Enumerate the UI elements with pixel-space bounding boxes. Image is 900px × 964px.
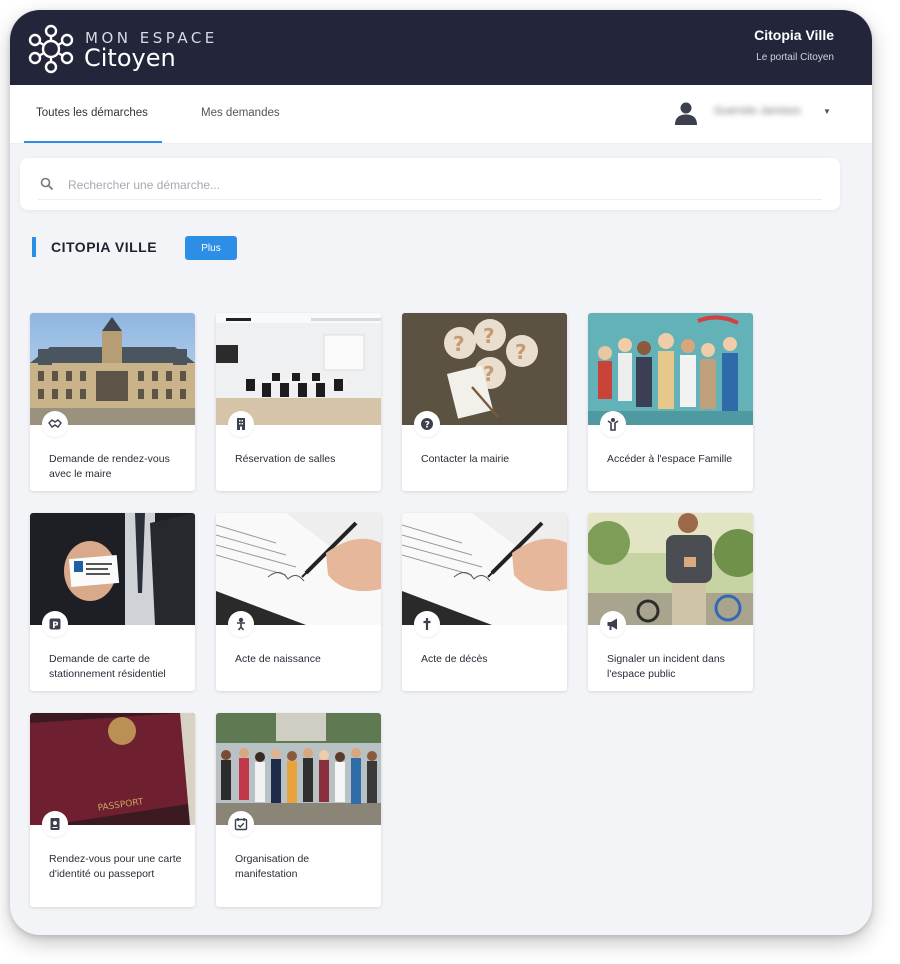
children-photo xyxy=(588,313,753,425)
citizens-logo-icon xyxy=(28,24,74,74)
active-tab-indicator xyxy=(24,141,162,143)
card-title: Signaler un incident dans l'espace publi… xyxy=(607,653,725,680)
procedure-card-espace-famille[interactable]: Accéder à l'espace Famille xyxy=(588,313,753,491)
card-title: Réservation de salles xyxy=(235,453,336,465)
svg-text:P: P xyxy=(52,621,58,631)
app-window: MON ESPACE Citoyen Citopia Ville Le port… xyxy=(10,10,872,935)
top-header: MON ESPACE Citoyen Citopia Ville Le port… xyxy=(10,10,872,85)
parking-icon: P xyxy=(42,611,68,637)
baby-icon xyxy=(228,611,254,637)
section-marker xyxy=(32,237,36,257)
megaphone-icon xyxy=(600,611,626,637)
card-title: Organisation de manifestation xyxy=(235,853,310,880)
passport-photo: PASSPORT xyxy=(30,713,195,825)
svg-text:?: ? xyxy=(453,332,465,356)
procedure-card-rendez-vous-maire[interactable]: Demande de rendez-vous avec le maire xyxy=(30,313,195,491)
card-title: Demande de carte de stationnement réside… xyxy=(49,653,166,680)
procedure-card-manifestation[interactable]: Organisation de manifestation xyxy=(216,713,381,907)
search-divider xyxy=(38,199,822,200)
town-hall-photo xyxy=(30,313,195,425)
child-icon xyxy=(600,411,626,437)
card-title: Acte de naissance xyxy=(235,653,321,665)
signing-document-photo xyxy=(402,513,567,625)
svg-text:?: ? xyxy=(515,340,527,364)
card-title: Demande de rendez-vous avec le maire xyxy=(49,453,170,480)
card-title: Accéder à l'espace Famille xyxy=(607,453,733,465)
procedure-card-stationnement[interactable]: P Demande de carte de stationnement rési… xyxy=(30,513,195,691)
logo-text-bottom: Citoyen xyxy=(84,44,176,72)
more-button[interactable]: Plus xyxy=(185,236,237,260)
organization-subtitle: Le portail Citoyen xyxy=(756,52,834,63)
question-marks-photo: ???? xyxy=(402,313,567,425)
card-title: Contacter la mairie xyxy=(421,453,510,465)
search-bar xyxy=(20,158,840,210)
man-with-phone-photo xyxy=(588,513,753,625)
passport-icon xyxy=(42,811,68,837)
svg-text:?: ? xyxy=(483,324,495,348)
calendar-check-icon xyxy=(228,811,254,837)
cross-icon xyxy=(414,611,440,637)
procedure-card-passeport[interactable]: PASSPORT Rendez-vous pour une carte d'id… xyxy=(30,713,195,907)
svg-text:?: ? xyxy=(425,420,430,430)
parking-card-photo xyxy=(30,513,195,625)
organization-name: Citopia Ville xyxy=(754,27,834,43)
handshake-icon xyxy=(42,411,68,437)
signing-document-photo xyxy=(216,513,381,625)
section-title: CITOPIA VILLE xyxy=(51,239,158,255)
crowd-photo xyxy=(216,713,381,825)
building-icon xyxy=(228,411,254,437)
meeting-room-photo xyxy=(216,313,381,425)
user-icon[interactable] xyxy=(674,101,698,125)
user-name[interactable]: Guerrelo Jamison xyxy=(714,105,814,119)
question-icon: ? xyxy=(414,411,440,437)
nav-bar: Toutes les démarches Mes demandes Guerre… xyxy=(10,85,872,144)
procedure-card-signaler-incident[interactable]: Signaler un incident dans l'espace publi… xyxy=(588,513,753,691)
card-title: Acte de décès xyxy=(421,653,488,665)
search-input[interactable] xyxy=(66,174,810,196)
chevron-down-icon[interactable]: ▼ xyxy=(823,107,831,116)
procedure-card-acte-deces[interactable]: Acte de décès xyxy=(402,513,567,691)
procedure-card-acte-naissance[interactable]: Acte de naissance xyxy=(216,513,381,691)
procedure-card-reservation-salles[interactable]: Réservation de salles xyxy=(216,313,381,491)
card-title: Rendez-vous pour une carte d'identité ou… xyxy=(49,853,182,880)
tab-my-requests[interactable]: Mes demandes xyxy=(201,107,280,119)
procedure-card-contacter-mairie[interactable]: ???? ? Contacter la mairie xyxy=(402,313,567,491)
search-icon xyxy=(40,177,54,191)
tab-all-procedures[interactable]: Toutes les démarches xyxy=(36,107,148,119)
